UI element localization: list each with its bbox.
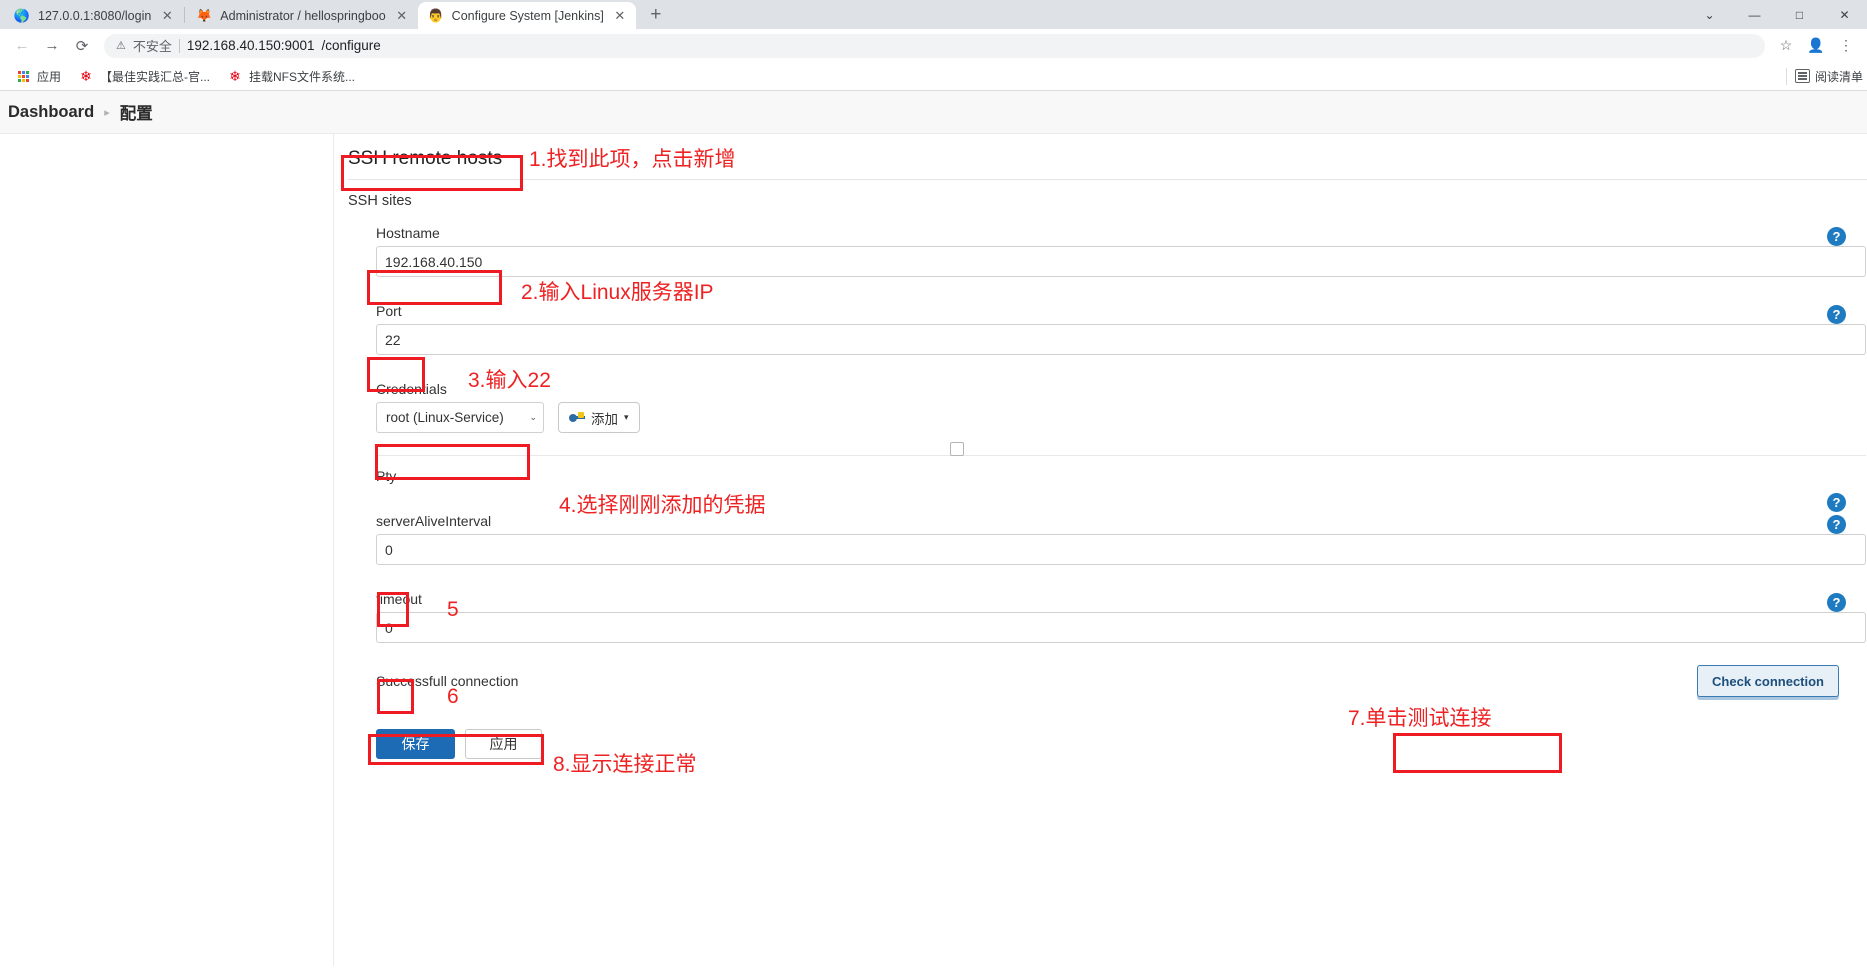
not-secure-warning-icon: ⚠ [116, 40, 126, 52]
jenkins-icon: 👨 [427, 8, 444, 23]
credentials-label: Credentials [376, 381, 447, 397]
subsection-title-ssh-sites: SSH sites [348, 193, 412, 209]
security-label: 不安全 [132, 39, 172, 54]
chevron-right-icon: ▸ [104, 106, 110, 119]
bookmark-label: 【最佳实践汇总-官... [100, 69, 211, 84]
check-connection-button[interactable]: Check connection [1697, 665, 1839, 697]
key-icon [569, 412, 585, 423]
globe-icon: 🌎 [13, 8, 31, 23]
save-button[interactable]: 保存 [376, 729, 455, 759]
reading-list-label: 阅读清单 [1814, 69, 1863, 84]
bookmarks-divider [1785, 67, 1787, 85]
minimize-button[interactable]: — [1732, 0, 1777, 29]
close-window-button[interactable]: ✕ [1822, 0, 1867, 29]
tab-title: Administrator / hellospringboo [220, 8, 386, 23]
tab-title: 127.0.0.1:8080/login [38, 8, 152, 23]
field-hostname: Hostname 192.168.40.150 ? [348, 215, 1867, 277]
url-host: 192.168.40.150:9001 [186, 38, 315, 53]
reading-list-button[interactable]: 阅读清单 [1794, 68, 1863, 85]
huawei-icon: ❄ [80, 67, 92, 84]
credentials-row: root (Linux-Service) ⌄ 添加 ▾ [376, 402, 1867, 433]
hostname-input[interactable]: 192.168.40.150 [376, 246, 1866, 277]
reading-list-icon [1794, 69, 1810, 83]
bookmarks-bar-right: 阅读清单 [1785, 67, 1863, 85]
add-button-label: 添加 [591, 411, 618, 427]
timeout-label: timeout [376, 591, 422, 607]
help-icon[interactable]: ? [1827, 227, 1846, 246]
chevron-down-icon: ▾ [624, 412, 629, 422]
connection-row: Successfull connection Check connection [348, 665, 1867, 697]
close-icon[interactable]: ✕ [612, 8, 628, 24]
configure-form: SSH remote hosts SSH sites Hostname 192.… [334, 134, 1867, 966]
chevron-down-icon[interactable]: ⌄ [1687, 0, 1732, 29]
jenkins-page: Dashboard ▸ 配置 SSH remote hosts SSH site… [0, 91, 1867, 966]
field-pty: Pty ? [348, 442, 1867, 512]
field-port: Port 22 ? [348, 293, 1867, 355]
breadcrumb-item-configure[interactable]: 配置 [120, 100, 153, 124]
browser-toolbar: ← → ⟳ ⚠ 不安全 192.168.40.150:9001/configur… [0, 29, 1867, 62]
close-icon[interactable]: ✕ [159, 8, 175, 24]
field-credentials: Credentials root (Linux-Service) ⌄ 添加 ▾ [348, 371, 1867, 433]
bookmark-best-practice[interactable]: ❄ 【最佳实践汇总-官... [71, 66, 217, 87]
breadcrumb: Dashboard ▸ 配置 [0, 91, 1867, 134]
hostname-label: Hostname [376, 225, 440, 241]
pty-label: Pty [376, 468, 397, 484]
forward-button[interactable]: → [38, 32, 66, 60]
bookmark-label: 挂载NFS文件系统... [249, 69, 356, 84]
port-input[interactable]: 22 [376, 324, 1866, 355]
credentials-selected-value: root (Linux-Service) [386, 410, 504, 425]
section-title-ssh-remote-hosts: SSH remote hosts [348, 148, 503, 169]
add-credentials-button[interactable]: 添加 ▾ [558, 402, 640, 433]
timeout-input[interactable]: 0 [376, 612, 1866, 643]
side-rail [0, 134, 334, 966]
bookmark-nfs[interactable]: ❄ 挂载NFS文件系统... [220, 66, 362, 87]
bookmarks-bar: 应用 ❄ 【最佳实践汇总-官... ❄ 挂载NFS文件系统... 阅读清单 [0, 62, 1867, 91]
avatar[interactable]: 👤 [1803, 33, 1829, 59]
toolbar-right: ☆ 👤 ⋮ [1773, 33, 1859, 59]
breadcrumb-item-dashboard[interactable]: Dashboard [8, 103, 94, 122]
browser-tab-2[interactable]: 🦊 Administrator / hellospringboo ✕ [186, 2, 417, 29]
gitlab-icon: 🦊 [196, 8, 213, 23]
field-server-alive-interval: serverAliveInterval 0 ? [348, 503, 1867, 565]
browser-menu-icon[interactable]: ⋮ [1833, 33, 1859, 59]
help-icon[interactable]: ? [1827, 593, 1846, 612]
huawei-icon: ❄ [229, 67, 241, 84]
chevron-down-icon: ⌄ [529, 412, 537, 422]
pty-checkbox[interactable] [950, 442, 964, 456]
maximize-button[interactable]: □ [1777, 0, 1822, 29]
close-icon[interactable]: ✕ [394, 8, 410, 24]
bookmark-star-icon[interactable]: ☆ [1773, 33, 1799, 59]
bookmark-label: 应用 [37, 69, 62, 84]
browser-chrome: 🌎 127.0.0.1:8080/login ✕ 🦊 Administrator… [0, 0, 1867, 91]
port-label: Port [376, 303, 402, 319]
page-body: SSH remote hosts SSH sites Hostname 192.… [0, 134, 1867, 966]
address-bar[interactable]: ⚠ 不安全 192.168.40.150:9001/configure [104, 33, 1765, 58]
form-footer: 保存 应用 [348, 729, 1867, 759]
tab-title: Configure System [Jenkins] [451, 8, 604, 23]
help-icon[interactable]: ? [1827, 305, 1846, 324]
pty-divider [376, 455, 1866, 456]
bookmark-apps[interactable]: 应用 [8, 66, 68, 87]
connection-status-text: Successfull connection [376, 673, 519, 689]
server-alive-interval-input[interactable]: 0 [376, 534, 1866, 565]
reload-button[interactable]: ⟳ [68, 32, 96, 60]
apps-grid-icon [15, 68, 31, 84]
apply-button[interactable]: 应用 [465, 729, 542, 759]
browser-tab-1[interactable]: 🌎 127.0.0.1:8080/login ✕ [4, 2, 183, 29]
server-alive-interval-label: serverAliveInterval [376, 513, 492, 529]
back-button[interactable]: ← [8, 32, 36, 60]
tab-divider [184, 6, 186, 23]
new-tab-button[interactable]: + [642, 1, 670, 29]
tab-strip: 🌎 127.0.0.1:8080/login ✕ 🦊 Administrator… [0, 0, 1867, 29]
credentials-select[interactable]: root (Linux-Service) ⌄ [376, 402, 544, 433]
url-path: /configure [321, 38, 381, 53]
window-controls: ⌄ — □ ✕ [1687, 0, 1867, 29]
browser-tab-3[interactable]: 👨 Configure System [Jenkins] ✕ [417, 2, 636, 29]
omnibox-divider [178, 38, 180, 53]
help-icon[interactable]: ? [1827, 515, 1846, 534]
field-timeout: timeout 0 ? [348, 581, 1867, 643]
